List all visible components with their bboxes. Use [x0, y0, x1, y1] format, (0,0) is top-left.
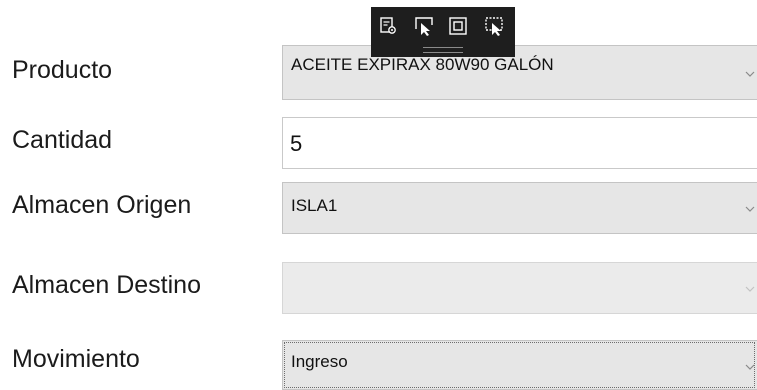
almacen-destino-combobox[interactable] [282, 262, 757, 314]
almacen-origen-combobox[interactable]: ISLA1 [282, 182, 757, 234]
producto-combobox[interactable]: ACEITE EXPIRAX 80W90 GALÓN [282, 45, 757, 100]
toolbar-drag-grip[interactable] [423, 47, 463, 53]
almacen-origen-value: ISLA1 [291, 196, 338, 215]
cantidad-input[interactable]: 5 [282, 117, 757, 169]
movimiento-value: Ingreso [291, 352, 348, 371]
producto-label: Producto [12, 56, 113, 84]
debug-toolbar [371, 7, 515, 57]
almacen-destino-label: Almacen Destino [12, 271, 201, 299]
display-layout-adorners-icon[interactable] [447, 15, 469, 37]
almacen-origen-label: Almacen Origen [12, 191, 192, 219]
chevron-down-icon[interactable] [745, 362, 755, 372]
movimiento-label: Movimiento [12, 345, 140, 373]
track-focus-icon[interactable] [483, 15, 505, 37]
select-element-icon[interactable] [413, 15, 435, 37]
movimiento-combobox[interactable]: Ingreso [282, 340, 757, 390]
cantidad-value: 5 [290, 131, 303, 156]
chevron-down-icon[interactable] [745, 69, 755, 79]
live-visual-tree-icon[interactable] [377, 15, 399, 37]
chevron-down-icon[interactable] [745, 284, 755, 294]
cantidad-label: Cantidad [12, 126, 113, 154]
chevron-down-icon[interactable] [745, 204, 755, 214]
producto-value: ACEITE EXPIRAX 80W90 GALÓN [291, 55, 554, 74]
form-window: Producto ACEITE EXPIRAX 80W90 GALÓN Cant… [0, 0, 757, 390]
